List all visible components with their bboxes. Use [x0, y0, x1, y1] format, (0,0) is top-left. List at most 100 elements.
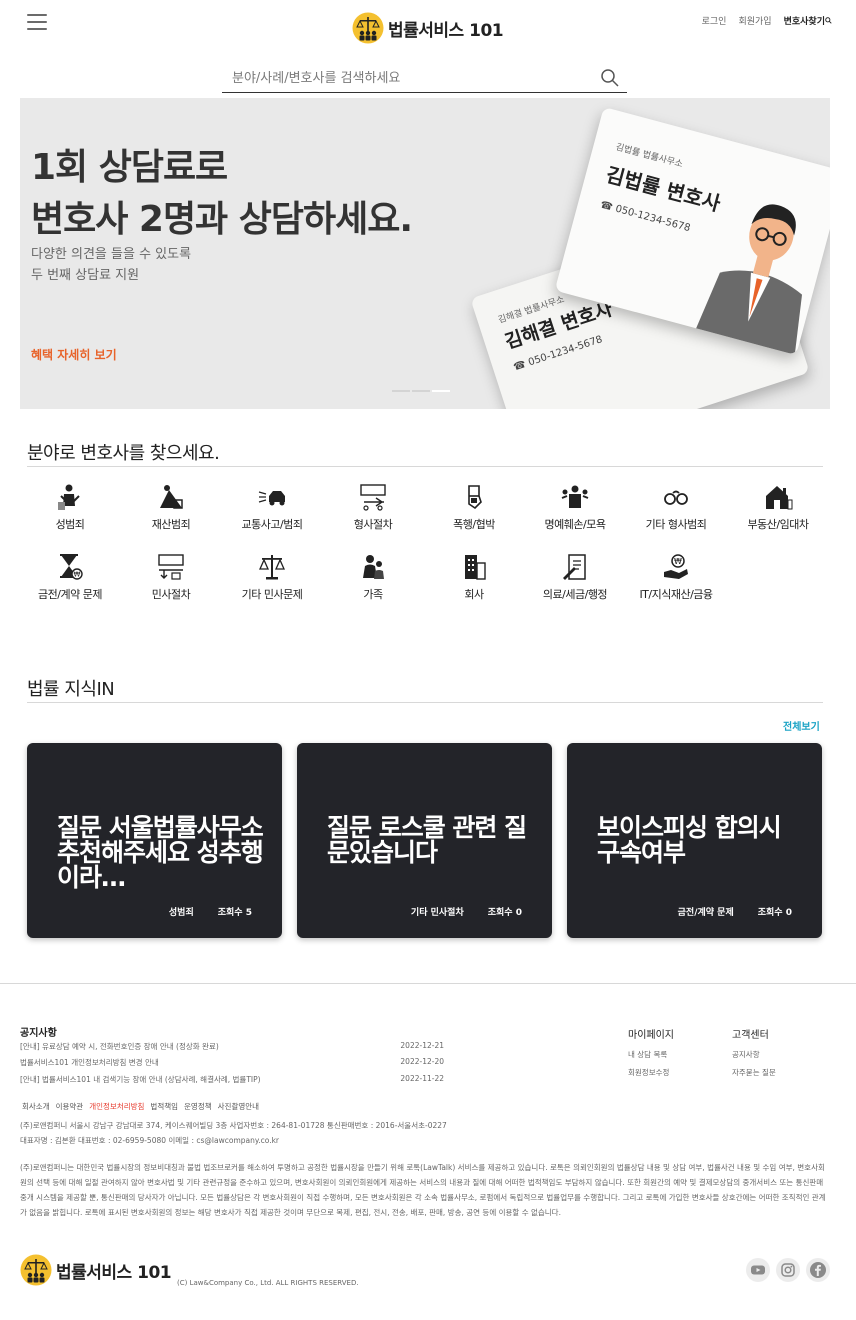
youtube-icon [751, 1265, 765, 1275]
about-link[interactable]: 회사소개 [22, 1101, 50, 1112]
assault-icon [468, 485, 482, 510]
notice-item-title: 법률서비스101 개인정보처리방침 변경 안내 [20, 1058, 159, 1067]
criminal-procedure-icon [360, 484, 386, 511]
category-family[interactable]: 가족 [323, 552, 423, 602]
find-lawyer-link[interactable]: 변호사찾기 [784, 14, 832, 27]
category-assault[interactable]: 폭행/협박 [424, 482, 524, 532]
civil-procedure-icon [158, 554, 184, 580]
card-front-phone-number: 050-1234-5678 [614, 203, 692, 235]
knowledge-title: 법률 지식IN [27, 679, 115, 700]
category-label: 민사절차 [151, 588, 191, 601]
notice-item-date: 2022-12-21 [400, 1041, 444, 1050]
category-defamation[interactable]: 명예훼손/모욕 [525, 482, 625, 532]
banner-pagination [392, 390, 450, 392]
question-card[interactable]: 질문 서울법률사무소 추천해주세요 성추행이라… 성범죄 조회수 5 [27, 743, 282, 938]
category-label: 명예훼손/모욕 [544, 518, 606, 531]
category-company[interactable]: 회사 [424, 552, 524, 602]
my-consult-link[interactable]: 내 상담 목록 [628, 1049, 674, 1060]
pagination-dot[interactable] [412, 390, 430, 392]
login-link[interactable]: 로그인 [702, 14, 727, 27]
policy-links: 회사소개 이용약관 개인정보처리방침 법적책임 운영정책 사진촬영안내 [22, 1101, 259, 1112]
question-views: 조회수 0 [757, 908, 792, 918]
notice-title: 공지사항 [20, 1028, 57, 1039]
signup-link[interactable]: 회원가입 [738, 14, 771, 27]
operation-policy-link[interactable]: 운영정책 [184, 1101, 212, 1112]
menu-button[interactable] [27, 14, 47, 30]
categories-title: 분야로 변호사를 찾으세요. [27, 443, 220, 464]
category-label: 성범죄 [55, 518, 85, 531]
find-lawyer-label: 변호사찾기 [783, 17, 825, 27]
support-title: 고객센터 [732, 1030, 769, 1041]
facebook-icon [810, 1262, 826, 1278]
pagination-dot[interactable] [392, 390, 410, 392]
facebook-button[interactable] [806, 1258, 830, 1282]
category-other-civil[interactable]: 기타 민사문제 [222, 552, 322, 602]
category-medical-tax[interactable]: 의료/세금/행정 [525, 552, 625, 602]
terms-link[interactable]: 이용약관 [56, 1101, 84, 1112]
category-criminal-procedure[interactable]: 형사절차 [323, 482, 423, 532]
photo-guide-link[interactable]: 사진촬영안내 [218, 1101, 259, 1112]
category-other-criminal[interactable]: 기타 형사범죄 [626, 482, 726, 532]
svg-text:₩: ₩ [674, 557, 682, 566]
youtube-button[interactable] [746, 1258, 770, 1282]
defamation-icon [561, 485, 589, 508]
divider [27, 702, 823, 703]
document-icon [563, 554, 586, 580]
support-column: 고객센터 공지사항 자주묻는 질문 [732, 1026, 776, 1078]
notice-link[interactable]: 공지사항 [732, 1049, 776, 1060]
instagram-button[interactable] [776, 1258, 800, 1282]
instagram-icon [781, 1263, 795, 1277]
house-icon [766, 486, 793, 510]
category-sex-crime[interactable]: 성범죄 [20, 482, 120, 532]
question-card[interactable]: 질문 로스쿨 관련 질문있습니다 기타 민사절차 조회수 0 [297, 743, 552, 938]
pagination-dot-active[interactable] [432, 390, 450, 392]
legal-link[interactable]: 법적책임 [150, 1101, 178, 1112]
hamburger-line [27, 28, 47, 30]
notice-item[interactable]: [안내] 유료상담 예약 시, 전화번호인증 장애 안내 (정상화 완료) 20… [20, 1041, 444, 1052]
banner-cta-link[interactable]: 혜택 자세히 보기 [31, 346, 117, 363]
promo-banner[interactable]: 1회 상담료로 변호사 2명과 상담하세요. 다양한 의견을 들을 수 있도록 … [20, 98, 830, 409]
question-card[interactable]: 보이스피싱 합의시 구속여부 금전/계약 문제 조회수 0 [567, 743, 822, 938]
category-traffic[interactable]: 교통사고/범죄 [222, 482, 322, 532]
privacy-policy-link[interactable]: 개인정보처리방침 [89, 1101, 144, 1112]
category-property-crime[interactable]: 재산범죄 [121, 482, 221, 532]
finance-icon: ₩ [664, 554, 688, 579]
handcuffs-icon [664, 490, 688, 505]
question-category: 기타 민사절차 [410, 908, 464, 918]
notice-item[interactable]: [안내] 법률서비스101 내 검색기능 장애 안내 (상담사례, 해결사례, … [20, 1074, 444, 1085]
question-meta: 성범죄 조회수 5 [169, 905, 252, 918]
notice-item-date: 2022-12-20 [400, 1057, 444, 1066]
company-info: (주)로앤컴퍼니 서울시 강남구 강남대로 374, 케이스퀘어빌딩 3층 사업… [20, 1121, 447, 1145]
search-icon[interactable] [599, 67, 621, 89]
category-label: 폭행/협박 [453, 518, 495, 531]
notice-item[interactable]: 법률서비스101 개인정보처리방침 변경 안내 2022-12-20 [20, 1057, 444, 1068]
mypage-links: 내 상담 목록 회원정보수정 [628, 1049, 674, 1078]
category-civil-procedure[interactable]: 민사절차 [121, 552, 221, 602]
banner-subtext: 다양한 의견을 들을 수 있도록 두 번째 상담료 지원 [31, 247, 192, 283]
view-all-link[interactable]: 전체보기 [783, 718, 820, 733]
category-money-contract[interactable]: ₩ 금전/계약 문제 [20, 552, 120, 602]
category-label: 의료/세금/행정 [542, 588, 608, 601]
scales-icon [258, 555, 286, 580]
category-it-finance[interactable]: ₩ IT/지식재산/금융 [626, 552, 726, 602]
top-links: 로그인 회원가입 변호사찾기 [702, 14, 832, 27]
question-views: 조회수 5 [217, 908, 252, 918]
svg-text:₩: ₩ [74, 571, 81, 579]
question-meta: 금전/계약 문제 조회수 0 [678, 905, 792, 918]
category-real-estate[interactable]: 부동산/임대차 [728, 482, 828, 532]
category-label: 부동산/임대차 [747, 518, 809, 531]
search-icon [825, 17, 832, 24]
edit-profile-link[interactable]: 회원정보수정 [628, 1067, 674, 1078]
search-input[interactable] [222, 70, 599, 86]
site-logo[interactable]: 법률서비스 101 [352, 12, 504, 44]
question-category: 금전/계약 문제 [677, 908, 734, 918]
question-title: 질문 로스쿨 관련 질문있습니다 [327, 815, 527, 865]
category-label: 교통사고/범죄 [241, 518, 303, 531]
search-bar [222, 64, 627, 93]
faq-link[interactable]: 자주묻는 질문 [732, 1067, 776, 1078]
category-label: 가족 [363, 588, 383, 601]
family-icon [363, 555, 384, 579]
support-links: 공지사항 자주묻는 질문 [732, 1049, 776, 1078]
logo-icon [20, 1254, 52, 1286]
footer-logo[interactable]: 법률서비스 101 [20, 1254, 172, 1286]
